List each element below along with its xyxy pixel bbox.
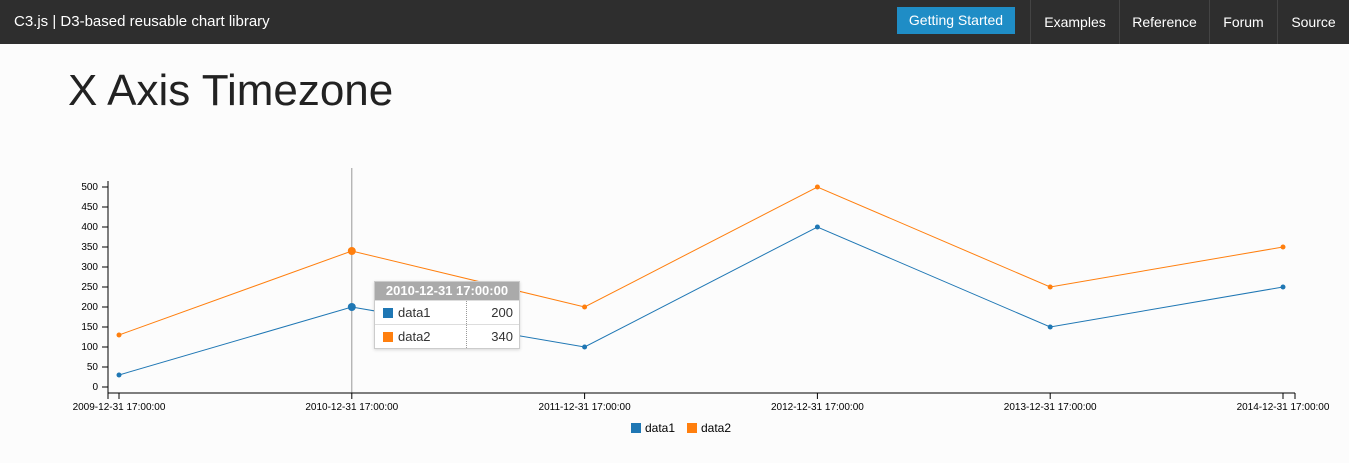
x-tick-label: 2012-12-31 17:00:00 (771, 402, 864, 413)
tooltip-swatch-data1 (383, 307, 393, 318)
y-tick-label: 350 (81, 242, 98, 253)
nav-reference[interactable]: Reference (1119, 0, 1209, 44)
y-tick-label: 300 (81, 262, 98, 273)
x-tick-label: 2011-12-31 17:00:00 (539, 402, 632, 413)
y-tick-label: 200 (81, 302, 98, 313)
legend-swatch-data1 (631, 423, 641, 433)
data-point-data1[interactable] (582, 344, 588, 350)
tooltip-row-data1: data1 200 (375, 300, 519, 324)
data-point-data2[interactable] (582, 304, 588, 310)
brand-link[interactable]: C3.js | D3-based reusable chart library (14, 0, 270, 44)
y-tick-label: 150 (81, 322, 98, 333)
data-points (116, 184, 1286, 378)
y-tick-label: 0 (92, 382, 98, 393)
y-tick-label: 100 (81, 342, 98, 353)
legend-label-data1[interactable]: data1 (645, 421, 675, 435)
data-point-data2[interactable] (1280, 244, 1286, 250)
data-point-data2[interactable] (814, 184, 820, 190)
x-tick-label: 2010-12-31 17:00:00 (305, 402, 398, 413)
legend-label-data2[interactable]: data2 (701, 421, 731, 435)
series-line-data2 (118, 186, 1284, 336)
data-point-data1[interactable] (1280, 284, 1286, 290)
nav-source[interactable]: Source (1277, 0, 1349, 44)
tooltip-swatch-data2 (383, 331, 393, 342)
series-line-data1 (118, 226, 1284, 376)
nav-items: Examples Reference Forum Source (1030, 0, 1349, 44)
line-chart[interactable]: 0 50 100 150 200 250 300 350 400 450 500 2009-12-3… (0, 150, 1349, 450)
getting-started-button[interactable]: Getting Started (897, 7, 1015, 34)
x-axis: 2009-12-31 17:00:00 2010-12-31 17:00:00 20… (73, 392, 1330, 413)
data-point-data2[interactable] (116, 332, 122, 338)
y-tick-label: 500 (81, 182, 98, 193)
nav-forum[interactable]: Forum (1209, 0, 1277, 44)
y-tick-label: 50 (87, 362, 99, 373)
tooltip-series-value: 340 (491, 329, 513, 344)
x-tick-label: 2013-12-31 17:00:00 (1004, 402, 1097, 413)
tooltip-row-data2: data2 340 (375, 324, 519, 348)
data-point-data2[interactable] (347, 247, 356, 255)
y-tick-label: 450 (81, 202, 98, 213)
chart-tooltip: 2010-12-31 17:00:00 data1 200 data2 340 (374, 281, 520, 349)
data-point-data1[interactable] (1047, 324, 1053, 330)
chart-legend: data1 data2 (631, 421, 731, 435)
nav-examples[interactable]: Examples (1030, 0, 1119, 44)
x-tick-label: 2009-12-31 17:00:00 (73, 402, 166, 413)
y-tick-label: 250 (81, 282, 98, 293)
data-point-data2[interactable] (1047, 284, 1053, 290)
top-navbar: C3.js | D3-based reusable chart library … (0, 0, 1349, 44)
data-point-data1[interactable] (814, 224, 820, 230)
data-point-data1[interactable] (116, 372, 122, 378)
y-axis: 0 50 100 150 200 250 300 350 400 450 500 (81, 181, 109, 393)
tooltip-title: 2010-12-31 17:00:00 (375, 282, 519, 300)
page-title: X Axis Timezone (68, 66, 394, 115)
tooltip-series-name: data1 (398, 305, 431, 320)
legend-swatch-data2 (687, 423, 697, 433)
y-tick-label: 400 (81, 222, 98, 233)
series-lines (118, 186, 1284, 376)
tooltip-series-name: data2 (398, 329, 431, 344)
data-point-data1[interactable] (347, 303, 356, 311)
tooltip-series-value: 200 (491, 305, 513, 320)
x-tick-label: 2014-12-31 17:00:00 (1237, 402, 1330, 413)
